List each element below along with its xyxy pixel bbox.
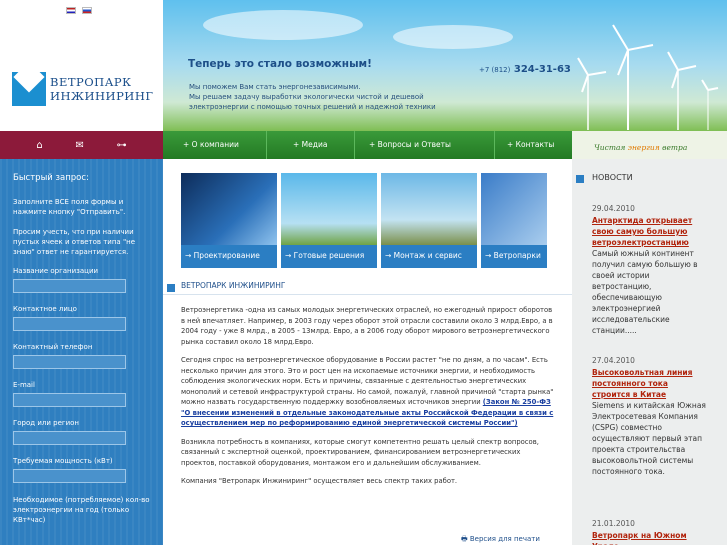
article-paragraph: Сегодня спрос на ветроэнергетическое обо… (181, 355, 555, 429)
nav-label: Вопросы и Ответы (377, 140, 451, 149)
installation-image (381, 173, 477, 245)
nav-label: Медиа (301, 140, 328, 149)
email-input[interactable] (13, 393, 126, 407)
nav-label: Контакты (515, 140, 555, 149)
service-cards: → Проектирование → Готовые решения → Мон… (181, 173, 547, 268)
news-text: Самый южный континент получил самую боль… (592, 249, 698, 335)
nav-item-contacts[interactable]: + Контакты (495, 131, 572, 159)
field-label: Контактный телефон (13, 343, 93, 351)
field-label: Необходимое (потребляемое) кол-во электр… (13, 496, 150, 524)
card-design[interactable]: → Проектирование (181, 173, 277, 268)
form-note: Просим учесть, что при наличии пустых яч… (13, 228, 136, 256)
phone-number: +7 (812) 324-31-63 (479, 64, 571, 75)
logo[interactable]: ВЕТРОПАРК ИНЖИНИРИНГ (12, 72, 153, 106)
card-label-text: Готовые решения (293, 251, 365, 260)
news-date: 29.04.2010 (592, 204, 635, 213)
left-column: ВЕТРОПАРК ИНЖИНИРИНГ ⌂ ✉ ⊶ Быстрый запро… (0, 0, 163, 545)
form-intro: Заполните ВСЕ поля формы и нажмите кнопк… (13, 198, 126, 216)
language-switch (66, 7, 92, 14)
city-input[interactable] (13, 431, 126, 445)
news-date: 21.01.2010 (592, 519, 635, 528)
news-link[interactable]: Антарктида открывает свою самую большую … (592, 215, 707, 248)
card-label: → Проектирование (181, 245, 277, 268)
quick-request-form: Быстрый запрос: Заполните ВСЕ поля формы… (0, 159, 163, 545)
contact-person-input[interactable] (13, 317, 126, 331)
card-windparks[interactable]: → Ветропарки (481, 173, 547, 268)
news-item: 21.01.2010 Ветропарк на Южном Урале (592, 518, 707, 545)
windparks-image (481, 173, 547, 245)
logo-line-2: ИНЖИНИРИНГ (50, 89, 154, 103)
tagline-line: Мы решаем задачу выработки экологически … (189, 93, 424, 101)
section-title: ВЕТРОПАРК ИНЖИНИРИНГ (163, 281, 572, 295)
slogan-part: ветра (662, 143, 688, 152)
power-input[interactable] (13, 469, 126, 483)
card-installation[interactable]: → Монтаж и сервис (381, 173, 477, 268)
card-label-text: Монтаж и сервис (393, 251, 462, 260)
print-version-link[interactable]: 🖶 Версия для печати (461, 535, 540, 545)
sitemap-icon[interactable]: ⊶ (117, 140, 127, 151)
news-link[interactable]: Ветропарк на Южном Урале (592, 530, 707, 545)
news-text: Siemens и китайская Южная Электросетевая… (592, 401, 706, 476)
solutions-image (281, 173, 377, 245)
field-label: Контактное лицо (13, 305, 77, 313)
nav-item-faq[interactable]: + Вопросы и Ответы (355, 131, 495, 159)
english-flag-icon[interactable] (66, 7, 76, 14)
header-banner: Теперь это стало возможным! +7 (812) 324… (163, 0, 727, 131)
logo-line-1: ВЕТРОПАРК (50, 75, 132, 89)
news-title: НОВОСТИ (572, 173, 727, 183)
card-label-text: Ветропарки (493, 251, 541, 260)
field-label: Город или регион (13, 419, 79, 427)
logo-mark-icon (12, 72, 46, 106)
slogan-part: энергия (627, 143, 663, 152)
card-solutions[interactable]: → Готовые решения (281, 173, 377, 268)
form-title: Быстрый запрос: (13, 173, 89, 183)
field-label: Требуемая мощность (кВт) (13, 457, 113, 465)
phone-prefix: +7 (812) (479, 66, 511, 74)
nav-item-media[interactable]: + Медиа (267, 131, 355, 159)
nav-label: О компании (191, 140, 239, 149)
article-paragraph: Возникла потребность в компаниях, которы… (181, 437, 539, 467)
russian-flag-icon[interactable] (82, 7, 92, 14)
card-label: → Готовые решения (281, 245, 377, 268)
home-icon[interactable]: ⌂ (36, 140, 42, 151)
banner-slogan: Теперь это стало возможным! (188, 58, 372, 70)
organization-input[interactable] (13, 279, 126, 293)
banner-tagline: Мы поможем Вам стать энергонезависимыми.… (189, 82, 459, 112)
logo-text: ВЕТРОПАРК ИНЖИНИРИНГ (50, 75, 153, 103)
card-label-text: Проектирование (193, 251, 260, 260)
card-label: → Ветропарки (481, 245, 547, 268)
article-paragraph: Ветроэнергетика -одна из самых молодых э… (181, 306, 553, 346)
design-image (181, 173, 277, 245)
slogan-part: Чистая (594, 143, 628, 152)
main-nav: + О компании + Медиа + Вопросы и Ответы … (163, 131, 572, 159)
field-label: E-mail (13, 381, 35, 389)
icon-bar: ⌂ ✉ ⊶ (0, 131, 163, 159)
print-label: Версия для печати (469, 535, 540, 543)
news-sidebar: НОВОСТИ 29.04.2010 Антарктида открывает … (572, 159, 727, 545)
wind-turbines-image (577, 24, 719, 130)
news-date: 27.04.2010 (592, 356, 635, 365)
tagline-line: электроэнергии с помощью точных решений … (189, 103, 436, 111)
print-icon: 🖶 (461, 535, 468, 543)
article-body: Ветроэнергетика -одна из самых молодых э… (181, 305, 555, 495)
field-label: Название организации (13, 267, 99, 275)
tagline-line: Мы поможем Вам стать энергонезависимыми. (189, 83, 361, 91)
nav-item-about[interactable]: + О компании (163, 131, 267, 159)
phone-input[interactable] (13, 355, 126, 369)
main-content: → Проектирование → Готовые решения → Мон… (163, 159, 572, 545)
phone-main: 324-31-63 (513, 64, 571, 75)
nav-slogan: Чистая энергия ветра (572, 131, 727, 159)
mail-icon[interactable]: ✉ (75, 140, 83, 151)
news-item: 27.04.2010 Высоковольтная линия постоянн… (592, 355, 707, 477)
news-item: 29.04.2010 Антарктида открывает свою сам… (592, 203, 707, 336)
article-paragraph: Компания "Ветропарк Инжиниринг" осуществ… (181, 477, 458, 485)
card-label: → Монтаж и сервис (381, 245, 477, 268)
news-link[interactable]: Высоковольтная линия постоянного тока ст… (592, 367, 707, 400)
